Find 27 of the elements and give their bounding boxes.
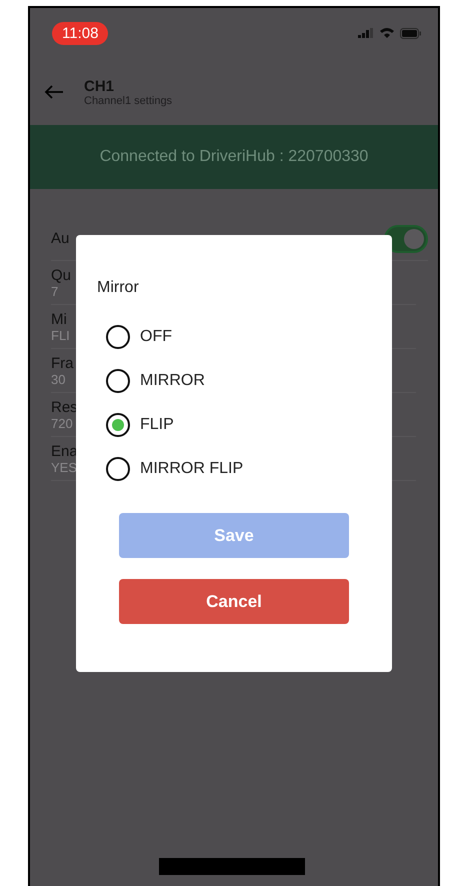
dialog-title: Mirror	[97, 279, 140, 297]
cancel-button[interactable]: Cancel	[119, 579, 349, 624]
wifi-icon	[379, 27, 395, 39]
connection-text: Connected to DriveriHub : 220700330	[100, 148, 368, 166]
battery-icon	[400, 28, 422, 38]
setting-value: YES	[51, 460, 78, 474]
setting-value: FLI	[51, 328, 70, 342]
setting-label: Au	[51, 230, 70, 247]
setting-value: 7	[51, 284, 58, 298]
setting-label: Ena	[51, 442, 78, 460]
radio-button[interactable]	[106, 325, 130, 349]
setting-label: Qu	[51, 266, 72, 284]
setting-label: Res	[51, 398, 78, 416]
status-time: 11:08	[52, 22, 108, 44]
option-label[interactable]: MIRROR FLIP	[140, 460, 244, 478]
radio-button[interactable]	[106, 413, 130, 437]
screen-title: CH1	[84, 78, 116, 94]
option-label[interactable]: FLIP	[140, 416, 174, 434]
setting-label: Fra	[51, 354, 74, 372]
setting-value: 30	[51, 372, 66, 386]
radio-button[interactable]	[106, 457, 130, 481]
setting-value: 720	[51, 416, 73, 430]
signal-icon	[358, 28, 374, 38]
option-label[interactable]: MIRROR	[140, 372, 205, 390]
option-label[interactable]: OFF	[140, 328, 172, 346]
radio-button[interactable]	[106, 369, 130, 393]
setting-label: Mi	[51, 310, 67, 328]
